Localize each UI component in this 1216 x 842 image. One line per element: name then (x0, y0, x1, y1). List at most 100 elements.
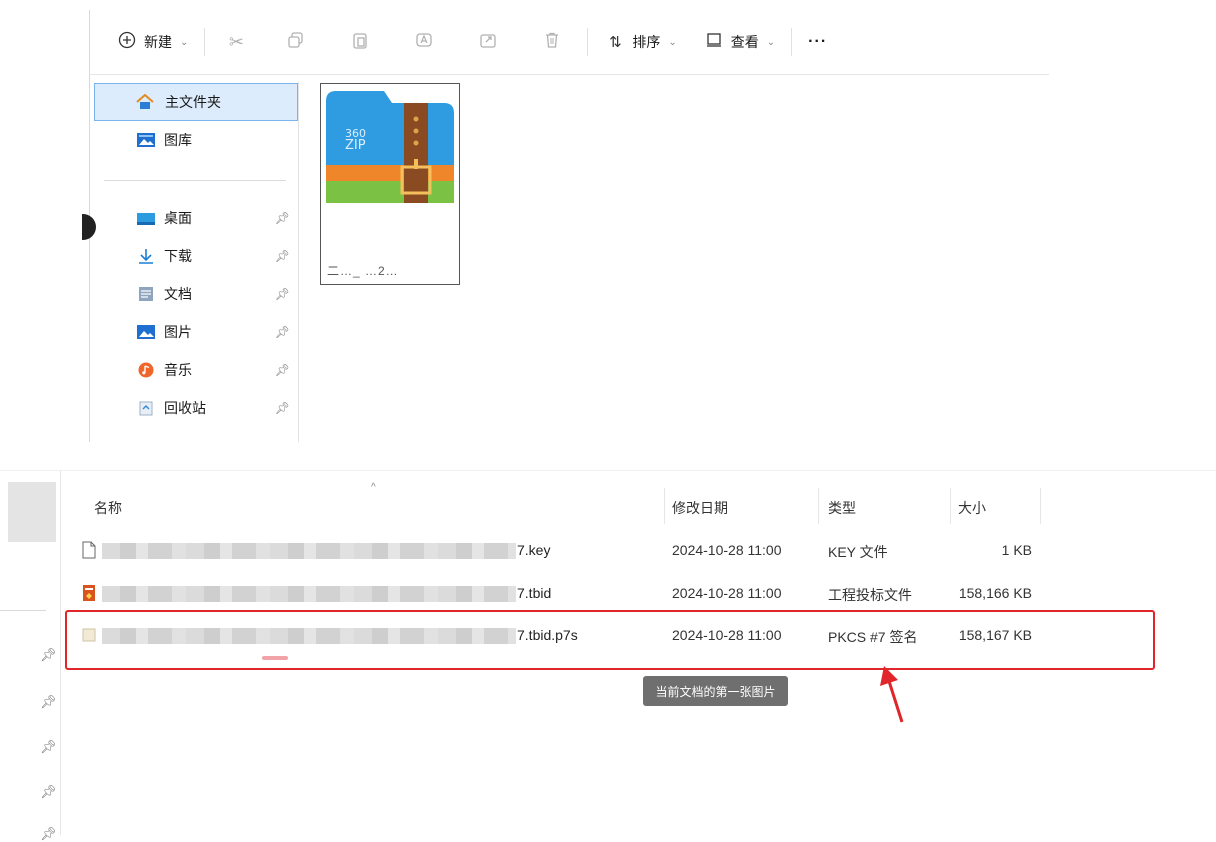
view-button[interactable]: 查看 ⌄ (697, 26, 781, 58)
sidebar-separator (0, 610, 46, 611)
monitor-icon (703, 31, 725, 54)
ellipsis-icon: ··· (808, 33, 828, 50)
nav-item-label: 下载 (164, 248, 192, 264)
new-button-label: 新建 (144, 34, 172, 50)
file-type: 工程投标文件 (828, 587, 912, 603)
toolbar-divider (791, 28, 793, 56)
nav-item-desktop[interactable]: 桌面 📌︎ (94, 199, 298, 237)
zip-archive-icon (326, 91, 454, 203)
paste-button[interactable] (343, 26, 377, 58)
table-row[interactable]: 7.tbid 2024-10-28 11:00 工程投标文件 158,166 K… (80, 576, 1080, 612)
file-type: KEY 文件 (828, 544, 888, 560)
recycle-bin-icon (136, 400, 156, 416)
nav-item-label: 回收站 (164, 400, 206, 416)
sidebar-selected-item[interactable] (8, 482, 56, 542)
column-header-name[interactable]: 名称 (94, 498, 122, 518)
nav-item-label: 图片 (164, 324, 192, 340)
nav-item-label: 文档 (164, 286, 192, 302)
music-icon (136, 362, 156, 378)
column-separator[interactable] (664, 488, 665, 524)
file-size: 158,166 KB (958, 585, 1032, 601)
share-icon (477, 31, 499, 54)
list-left-border (60, 470, 61, 835)
pin-icon[interactable]: 📌︎ (275, 401, 290, 415)
nav-pane-border (298, 82, 299, 442)
file-name-suffix: 7.key (517, 542, 551, 558)
file-name-suffix: 7.tbid (517, 585, 552, 601)
pin-icon[interactable]: 📌︎ (40, 647, 57, 663)
toolbar-divider (587, 28, 589, 56)
delete-button[interactable] (535, 26, 569, 58)
column-header-type[interactable]: 类型 (828, 498, 856, 518)
pin-icon[interactable]: 📌︎ (275, 287, 290, 301)
document-icon (136, 286, 156, 302)
table-row[interactable]: 7.key 2024-10-28 11:00 KEY 文件 1 KB (80, 533, 1080, 569)
sort-ascending-icon: ^ (371, 482, 376, 493)
nav-item-label: 音乐 (164, 362, 192, 378)
rename-button[interactable] (407, 26, 441, 58)
tbid-file-icon (83, 585, 95, 601)
sort-button[interactable]: ⇅ 排序 ⌄ (598, 26, 682, 58)
column-separator[interactable] (950, 488, 951, 524)
nav-item-gallery[interactable]: 图库 (94, 121, 298, 159)
copy-button[interactable] (279, 26, 313, 58)
quick-access-list: 桌面 📌︎ 下载 📌︎ 文档 📌︎ 图片 📌︎ 音乐 📌︎ 回收站 📌︎ (94, 199, 298, 427)
red-arrow-annotation (880, 666, 904, 723)
file-modified: 2024-10-28 11:00 (672, 542, 782, 558)
view-button-label: 查看 (730, 34, 759, 50)
nav-item-recycle-bin[interactable]: 回收站 📌︎ (94, 389, 298, 427)
redacted-filename (102, 543, 516, 559)
file-tile-zip[interactable]: 360 ZIP 二…_ …2… (320, 83, 460, 285)
column-separator[interactable] (1040, 488, 1041, 524)
nav-item-pictures[interactable]: 图片 📌︎ (94, 313, 298, 351)
file-size: 1 KB (1001, 542, 1032, 558)
nav-item-label: 主文件夹 (165, 94, 221, 110)
command-bar: 新建 ⌄ ✂ ⇅ 排序 ⌄ 查看 ⌄ ··· (110, 20, 1050, 64)
zip-brand-line2: ZIP (345, 138, 366, 153)
pin-icon[interactable]: 📌︎ (40, 694, 57, 710)
nav-item-music[interactable]: 音乐 📌︎ (94, 351, 298, 389)
copy-icon (285, 31, 307, 54)
column-separator[interactable] (818, 488, 819, 524)
file-modified: 2024-10-28 11:00 (672, 585, 782, 601)
nav-item-label: 桌面 (164, 210, 192, 226)
navigation-pane: 主文件夹 图库 (94, 83, 298, 159)
file-tile-caption: 二…_ …2… (327, 264, 399, 278)
home-icon (135, 93, 155, 110)
trash-icon (541, 31, 563, 54)
rename-icon (413, 31, 435, 54)
tooltip: 当前文档的第一张图片 (643, 676, 788, 706)
pin-icon[interactable]: 📌︎ (275, 211, 290, 225)
nav-separator (104, 180, 286, 181)
new-button[interactable]: 新建 ⌄ (110, 26, 194, 58)
toolbar-divider (204, 28, 206, 56)
pin-icon[interactable]: 📌︎ (275, 249, 290, 263)
nav-item-label: 图库 (164, 132, 192, 148)
cut-button[interactable]: ✂ (219, 26, 253, 58)
pin-icon[interactable]: 📌︎ (40, 739, 57, 755)
nav-item-home[interactable]: 主文件夹 (94, 83, 298, 121)
column-header-size[interactable]: 大小 (958, 498, 986, 518)
highlight-box (65, 610, 1155, 670)
plus-circle-icon (116, 31, 138, 54)
pin-icon[interactable]: 📌︎ (40, 826, 57, 842)
column-header-modified[interactable]: 修改日期 (672, 498, 728, 518)
zip-brand-text: 360 ZIP (345, 128, 366, 153)
pin-icon[interactable]: 📌︎ (40, 784, 57, 800)
toolbar-divider-line (89, 74, 1049, 75)
pin-icon[interactable]: 📌︎ (275, 363, 290, 377)
section-divider (0, 470, 1216, 471)
picture-icon (136, 324, 156, 340)
clipboard-icon (349, 31, 371, 54)
sort-arrows-icon: ⇅ (609, 34, 622, 51)
desktop-icon (136, 211, 156, 227)
nav-item-documents[interactable]: 文档 📌︎ (94, 275, 298, 313)
nav-item-downloads[interactable]: 下载 📌︎ (94, 237, 298, 275)
pin-icon[interactable]: 📌︎ (275, 325, 290, 339)
sort-button-label: 排序 (632, 34, 661, 50)
download-arrow-icon (136, 248, 156, 264)
blank-file-icon (82, 541, 96, 559)
more-options-button[interactable]: ··· (802, 26, 833, 58)
share-button[interactable] (471, 26, 505, 58)
redacted-filename (102, 586, 516, 602)
